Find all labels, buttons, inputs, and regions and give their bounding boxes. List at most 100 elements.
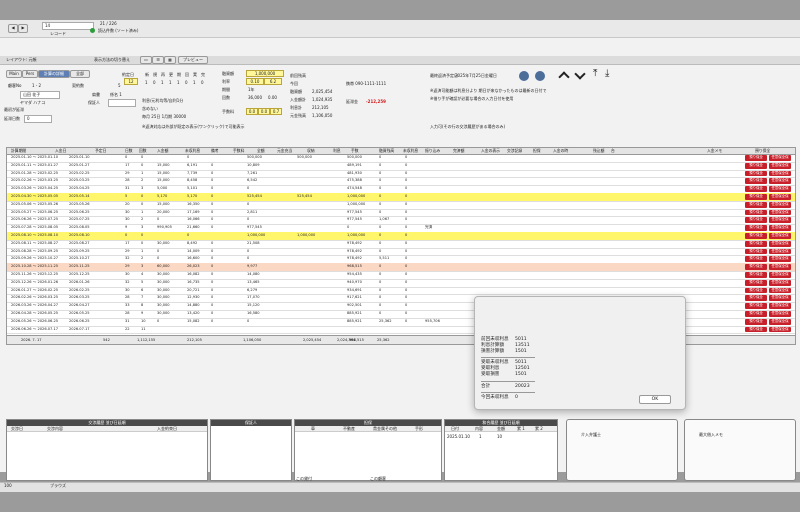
deposit-guard-button[interactable]: 預り保全 (745, 264, 767, 270)
deposit-guard-button[interactable]: 預り保全 (745, 326, 767, 333)
table-cell: 20,000 (157, 209, 170, 214)
dlg-separator-2 (481, 381, 535, 382)
deposit-guard-button[interactable]: 預り保全 (745, 225, 767, 231)
this-loan-label: この貸付 (296, 476, 312, 481)
list-view-button[interactable]: ☰ (152, 56, 164, 64)
voluntary-guard-button[interactable]: 任意保全保 (769, 225, 791, 231)
voluntary-guard-button[interactable]: 任意保全保 (769, 326, 791, 333)
negotiation-panel: 交渉履歴 並び日延順 交渉日 交渉内容 入金約束日 (6, 419, 208, 481)
guarantor-panel: 保証人 (210, 419, 292, 481)
tab-all[interactable]: 全部 (70, 70, 90, 78)
table-cell: 2026.06.26 ～ 2026.07.17 (11, 326, 59, 331)
rate-field-b[interactable]: 6.2 (264, 78, 282, 85)
arrow-first-icon[interactable]: ⤒ (593, 69, 597, 79)
chevron-up-icon[interactable] (558, 71, 570, 83)
voluntary-guard-button[interactable]: 任意保全保 (769, 162, 791, 169)
voluntary-guard-button[interactable]: 任意保全保 (769, 279, 791, 286)
table-cell: 2026.05.26 ～ 2026.06.25 (11, 318, 59, 323)
table-cell: 977,545 (247, 225, 262, 230)
next-record-button[interactable]: ▶ (18, 24, 28, 33)
record-number-field[interactable]: 14 (42, 22, 94, 30)
chevron-down-icon[interactable] (574, 68, 586, 80)
deposit-guard-button[interactable]: 預り保全 (745, 240, 767, 247)
voluntary-guard-button[interactable]: 任意保全保 (769, 248, 791, 255)
voluntary-guard-button[interactable]: 任意保全保 (769, 194, 791, 200)
date-value-actual: 1 (193, 80, 196, 85)
deposit-guard-button[interactable]: 預り保全 (745, 287, 767, 294)
tab-calc-detail[interactable]: 計算の詳細 (38, 70, 70, 78)
deposit-guard-button[interactable]: 預り保全 (745, 233, 767, 239)
fee-field-b[interactable]: 0.0 (258, 108, 270, 115)
voluntary-guard-button[interactable]: 任意保全保 (769, 209, 791, 216)
table-view-button[interactable]: ▦ (164, 56, 176, 64)
voluntary-guard-button[interactable]: 任意保全保 (769, 240, 791, 247)
table-cell: 0 (405, 201, 408, 206)
table-cell: 481,930 (347, 170, 362, 175)
table-cell: 2025.08.10 (69, 233, 90, 237)
prev-record-button[interactable]: ◀ (8, 24, 18, 33)
voluntary-guard-button[interactable]: 任意保全保 (769, 303, 791, 309)
guarantor-field[interactable] (108, 99, 136, 107)
repay-note-link[interactable]: ※返済対応は外部が既定の表示(ワンクリック)で可能表示 (142, 124, 244, 129)
voluntary-guard-button[interactable]: 任意保全保 (769, 287, 791, 294)
deposit-guard-button[interactable]: 預り保全 (745, 217, 767, 224)
table-cell: 2026.02.25 (69, 287, 90, 292)
voluntary-guard-button[interactable]: 任意保全保 (769, 272, 791, 278)
deposit-guard-button[interactable]: 預り保全 (745, 311, 767, 317)
deposit-guard-button[interactable]: 預り保全 (745, 170, 767, 177)
voluntary-guard-button[interactable]: 任意保全保 (769, 318, 791, 325)
loan-amount-field[interactable]: 1,000,000 (246, 70, 284, 77)
customer-name-field[interactable]: 山田 花子 (20, 91, 60, 99)
add-round-button[interactable] (519, 71, 529, 81)
sum-label-3: 利息計 (290, 105, 302, 110)
deposit-guard-button[interactable]: 預り保全 (745, 186, 767, 192)
table-cell: 15,000 (157, 170, 170, 175)
layout-selector[interactable]: レイアウト: 元帳 (6, 57, 37, 62)
rate-field-a[interactable]: 0.10 (246, 78, 264, 85)
table-cell: 14,880 (187, 303, 200, 308)
zoom-level[interactable]: 100 (4, 483, 12, 488)
last-paid-date: 2025年7月25日金曜日 (455, 73, 497, 78)
deposit-guard-button[interactable]: 預り保全 (745, 194, 767, 200)
neg-col-date: 交渉日 (11, 426, 23, 431)
voluntary-guard-button[interactable]: 任意保全保 (769, 201, 791, 208)
deposit-guard-button[interactable]: 預り保全 (745, 178, 767, 185)
voluntary-guard-button[interactable]: 任意保全保 (769, 295, 791, 302)
overdue-days-field[interactable]: 0 (24, 115, 52, 123)
deposit-guard-button[interactable]: 預り保全 (745, 201, 767, 208)
fee-field-a[interactable]: 0.0 (246, 108, 258, 115)
arrow-last-icon[interactable]: ⤓ (605, 69, 609, 79)
table-cell: 7,739 (187, 170, 198, 175)
deposit-guard-button[interactable]: 預り保全 (745, 256, 767, 263)
table-cell: 500,000 (347, 155, 362, 159)
dlg-label-damage: 損害計算額 (481, 349, 504, 354)
deposit-guard-button[interactable]: 預り保全 (745, 303, 767, 309)
deposit-guard-button[interactable]: 預り保全 (745, 272, 767, 278)
voluntary-guard-button[interactable]: 任意保全保 (769, 186, 791, 192)
deposit-guard-button[interactable]: 預り保全 (745, 279, 767, 286)
deposit-guard-button[interactable]: 預り保全 (745, 318, 767, 325)
form-view-button[interactable]: ▭ (140, 56, 152, 64)
tab-main[interactable]: Main (6, 70, 22, 78)
voluntary-guard-button[interactable]: 任意保全保 (769, 264, 791, 270)
delete-round-button[interactable] (535, 71, 545, 81)
tab-pers[interactable]: Pers (22, 70, 38, 78)
preview-button[interactable]: プレビュー (178, 56, 208, 64)
table-cell: 22 (125, 326, 130, 331)
dialog-ok-button[interactable]: OK (639, 395, 671, 404)
record-number: 14 (45, 23, 51, 28)
deposit-guard-button[interactable]: 預り保全 (745, 248, 767, 255)
voluntary-guard-button[interactable]: 任意保全保 (769, 155, 791, 161)
fee-field-c[interactable]: 0.7 (270, 108, 282, 115)
deposit-guard-button[interactable]: 預り保全 (745, 155, 767, 161)
voluntary-guard-button[interactable]: 任意保全保 (769, 233, 791, 239)
voluntary-guard-button[interactable]: 任意保全保 (769, 311, 791, 317)
table-cell: 1,000,000 (247, 233, 266, 237)
voluntary-guard-button[interactable]: 任意保全保 (769, 170, 791, 177)
deposit-guard-button[interactable]: 預り保全 (745, 209, 767, 216)
voluntary-guard-button[interactable]: 任意保全保 (769, 217, 791, 224)
voluntary-guard-button[interactable]: 任意保全保 (769, 178, 791, 185)
deposit-guard-button[interactable]: 預り保全 (745, 295, 767, 302)
voluntary-guard-button[interactable]: 任意保全保 (769, 256, 791, 263)
deposit-guard-button[interactable]: 預り保全 (745, 162, 767, 169)
